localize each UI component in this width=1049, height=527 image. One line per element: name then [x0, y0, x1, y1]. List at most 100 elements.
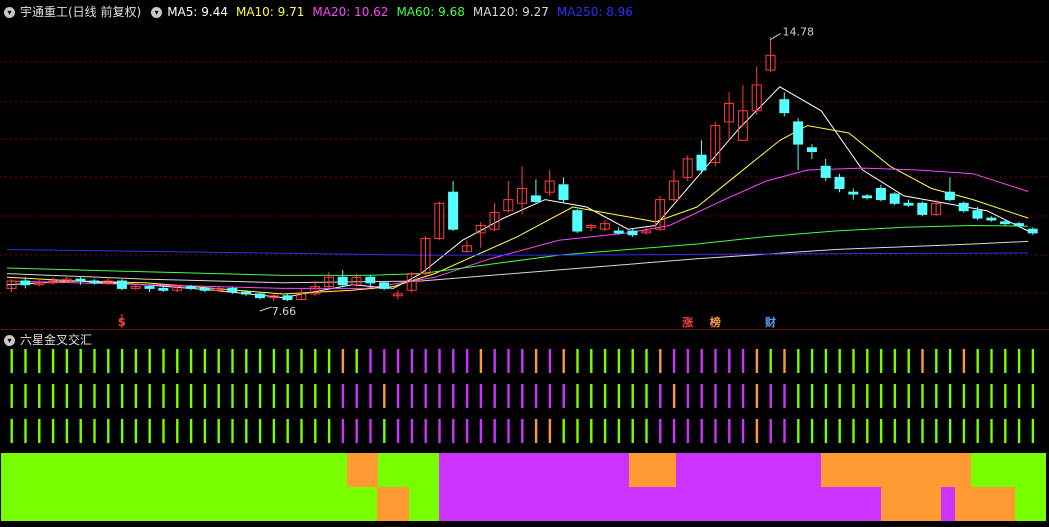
candle-body — [365, 276, 376, 284]
signal-tick — [24, 349, 27, 373]
signal-band-segment — [821, 453, 971, 487]
signal-band-segment — [629, 453, 676, 487]
candle — [682, 155, 693, 182]
signal-band-segment — [955, 487, 1015, 521]
signal-tick — [327, 419, 331, 443]
signal-band-segment — [676, 453, 821, 487]
signal-tick — [521, 384, 524, 408]
signal-tick — [645, 419, 648, 443]
signal-tick — [93, 419, 96, 443]
signal-tick — [438, 349, 441, 373]
signal-band-segment — [409, 487, 439, 521]
candle-body — [241, 291, 252, 295]
signal-band-segment — [439, 487, 881, 521]
signal-tick — [631, 349, 634, 373]
candle-body — [572, 210, 583, 232]
signal-tick — [672, 384, 676, 408]
signal-tick — [893, 419, 897, 443]
min-price-pointer — [259, 306, 272, 312]
signal-tick — [755, 419, 759, 443]
signal-tick — [176, 419, 179, 443]
signal-tick — [424, 349, 427, 373]
signal-tick — [493, 419, 496, 443]
candle-body — [185, 286, 196, 289]
signal-tick — [51, 419, 55, 443]
signal-tick — [383, 419, 386, 443]
signal-tick — [1031, 384, 1035, 408]
candle-body — [89, 280, 100, 284]
candle — [75, 277, 86, 285]
candle — [793, 118, 804, 170]
candle-body — [20, 280, 31, 286]
signal-tick — [935, 419, 938, 443]
signal-band-segment — [347, 453, 378, 487]
candle — [34, 279, 45, 287]
signal-band-segment — [1, 453, 347, 487]
candle — [875, 184, 886, 202]
candle — [475, 221, 486, 248]
candle-body — [875, 188, 886, 201]
signal-tick — [38, 384, 41, 408]
signal-tick — [341, 384, 345, 408]
signal-band-segment — [439, 453, 629, 487]
signal-tick — [286, 349, 289, 373]
candle — [572, 208, 583, 233]
candle-body — [889, 193, 900, 204]
signal-tick — [51, 384, 55, 408]
signal-tick — [1031, 349, 1035, 373]
signal-tick — [534, 384, 538, 408]
signal-tick — [65, 349, 69, 373]
signal-tick — [907, 349, 910, 373]
candle — [668, 170, 679, 202]
signal-tick — [479, 419, 483, 443]
candle-body — [944, 191, 955, 201]
signal-tick — [976, 384, 979, 408]
signal-tick — [562, 419, 565, 443]
signal-tick — [700, 349, 703, 373]
signal-tick — [921, 349, 924, 373]
signal-tick — [935, 384, 938, 408]
signal-tick — [603, 419, 607, 443]
signal-tick — [783, 384, 786, 408]
signal-tick — [1017, 384, 1021, 408]
signal-tick — [672, 349, 676, 373]
chart-canvas[interactable]: 14.78 7.66 S 涨 榜 财 — [0, 0, 1049, 527]
candle-body — [1000, 221, 1011, 225]
signal-tick — [714, 384, 717, 408]
signal-tick — [327, 384, 331, 408]
candle — [130, 284, 141, 291]
candle-body — [116, 280, 127, 289]
signal-tick — [189, 384, 193, 408]
signal-tick — [755, 349, 759, 373]
event-marker: 榜 — [710, 315, 721, 329]
signal-tick — [714, 419, 717, 443]
signal-tick — [65, 419, 69, 443]
signal-tick — [700, 419, 703, 443]
signal-tick — [797, 349, 800, 373]
event-marker: S — [118, 316, 126, 329]
signal-tick — [410, 419, 414, 443]
signal-tick — [38, 419, 41, 443]
candle-body — [779, 99, 790, 114]
candle — [586, 223, 597, 232]
ma-line-ma60 — [6, 224, 1029, 276]
candle — [627, 229, 638, 237]
signal-tick — [10, 419, 13, 443]
candle-body — [337, 276, 348, 286]
signal-tick — [728, 384, 731, 408]
signal-tick — [562, 349, 565, 373]
signal-tick — [893, 384, 897, 408]
candle — [544, 170, 555, 196]
signal-tick — [107, 384, 110, 408]
signal-tick — [824, 419, 828, 443]
candle — [848, 188, 859, 200]
signal-tick — [410, 349, 414, 373]
signal-tick — [493, 384, 496, 408]
candle — [820, 158, 831, 182]
signal-band-segment — [377, 487, 409, 521]
signal-tick — [659, 419, 662, 443]
signal-tick — [438, 384, 441, 408]
signal-tick — [548, 349, 552, 373]
signal-tick — [769, 419, 772, 443]
candle-body — [144, 286, 155, 289]
